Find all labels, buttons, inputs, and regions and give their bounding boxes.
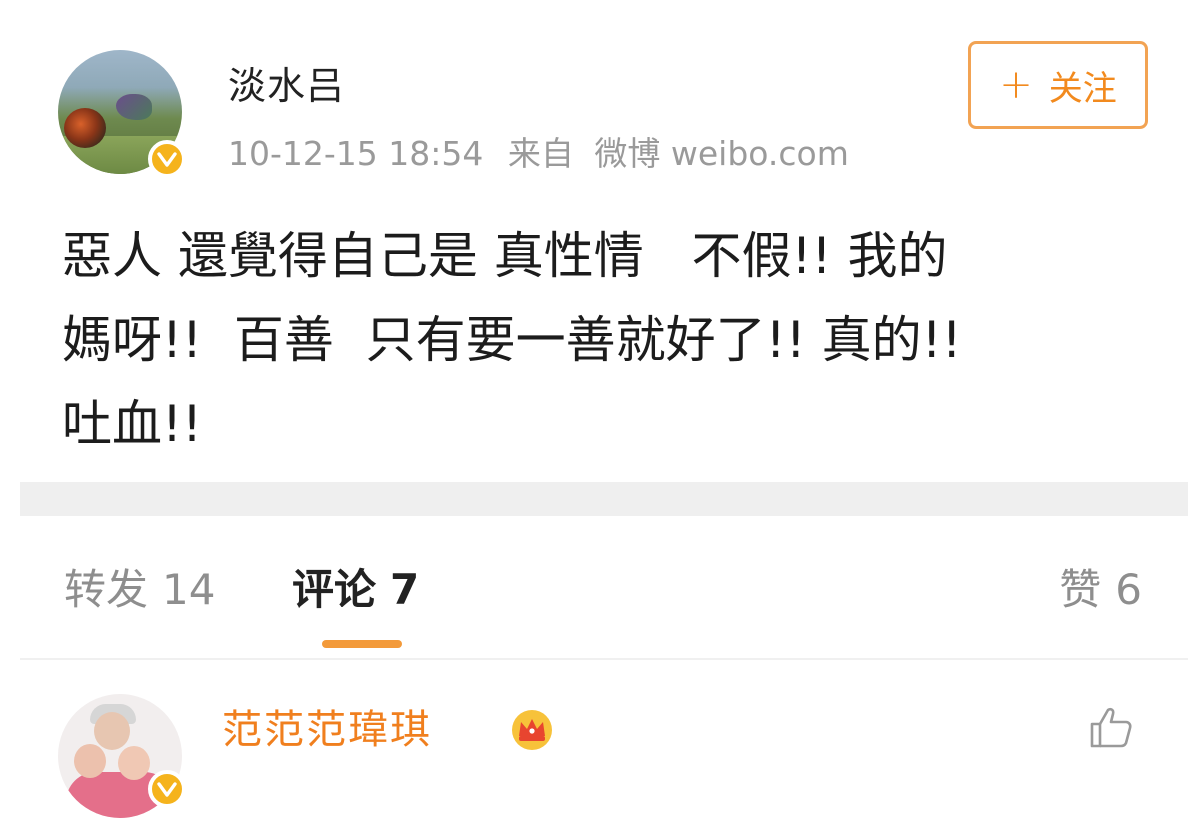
- active-tab-indicator: [322, 640, 402, 648]
- tab-likes-count: 6: [1115, 565, 1142, 614]
- verified-badge-icon: [148, 140, 186, 178]
- avatar-figure: [116, 94, 152, 120]
- tab-comments-count: 7: [390, 565, 420, 614]
- avatar-child-face: [74, 744, 106, 778]
- avatar-child-face: [118, 746, 150, 780]
- plus-icon: +: [999, 62, 1033, 108]
- commenter-verified-badge-icon: [148, 770, 186, 808]
- tab-repost-count: 14: [162, 565, 216, 614]
- tab-likes[interactable]: 赞6: [1059, 562, 1142, 618]
- tab-comments[interactable]: 评论 7: [292, 562, 419, 618]
- engagement-tabs: 转发 14 评论 7 赞6: [0, 548, 1200, 658]
- tab-likes-label: 赞: [1059, 565, 1102, 614]
- crown-icon: [512, 710, 552, 750]
- post-source[interactable]: 微博 weibo.com: [594, 134, 848, 173]
- tab-comments-label: 评论: [292, 565, 377, 614]
- post-body-text: 惡人 還覺得自己是 真性情 不假!! 我的 媽呀!! 百善 只有要一善就好了!!…: [62, 227, 962, 453]
- section-divider: [20, 482, 1188, 516]
- thumb-up-icon[interactable]: [1086, 702, 1136, 752]
- post-header: 淡水吕 10-12-15 18:54 来自 微博 weibo.com + 关注: [0, 0, 1200, 200]
- follow-button[interactable]: + 关注: [968, 41, 1148, 129]
- tab-repost[interactable]: 转发 14: [64, 562, 215, 618]
- tabs-divider: [20, 658, 1188, 660]
- post-meta: 10-12-15 18:54 来自 微博 weibo.com: [228, 132, 849, 176]
- tab-repost-label: 转发: [64, 565, 149, 614]
- author-name[interactable]: 淡水吕: [228, 58, 345, 114]
- post-source-prefix: 来自: [507, 134, 574, 173]
- avatar-tree: [64, 108, 106, 148]
- commenter-name[interactable]: 范范范瑋琪: [222, 702, 432, 758]
- avatar-face: [94, 712, 130, 750]
- follow-label: 关注: [1048, 68, 1117, 109]
- post-timestamp: 10-12-15 18:54: [228, 134, 484, 173]
